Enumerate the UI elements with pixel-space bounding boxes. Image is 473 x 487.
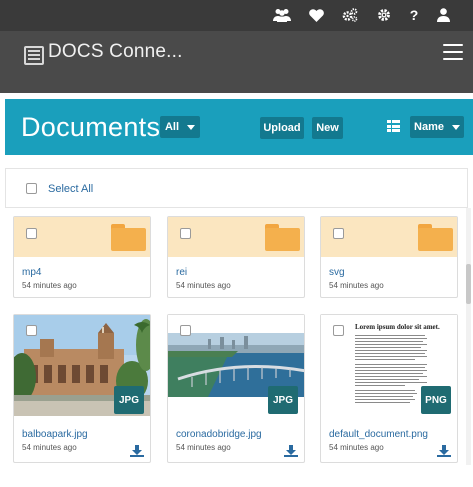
folder-card[interactable]: svg 54 minutes ago xyxy=(320,216,458,298)
cogs-icon[interactable] xyxy=(341,6,359,24)
upload-button[interactable]: Upload xyxy=(260,117,304,139)
select-all-link[interactable]: Select All xyxy=(48,183,93,195)
scrollbar-thumb[interactable] xyxy=(466,264,471,304)
select-all-checkbox[interactable] xyxy=(26,183,37,194)
top-utility-bar: ? xyxy=(0,0,473,31)
page-title: Documents xyxy=(21,112,161,142)
gear-icon[interactable] xyxy=(375,6,393,24)
sort-dropdown[interactable]: Name xyxy=(410,116,464,138)
file-card[interactable]: Lorem ipsum dolor sit amet. PNG default_… xyxy=(320,314,458,463)
help-icon[interactable]: ? xyxy=(405,6,423,24)
folder-header xyxy=(14,217,150,257)
item-checkbox[interactable] xyxy=(333,325,344,336)
brand-title: DOCS Conne... xyxy=(48,41,183,62)
users-icon[interactable] xyxy=(273,6,291,24)
item-checkbox[interactable] xyxy=(180,228,191,239)
folder-header xyxy=(168,217,304,257)
docs-logo-icon xyxy=(24,46,44,65)
file-thumbnail: JPG xyxy=(14,315,150,416)
file-thumbnail: Lorem ipsum dolor sit amet. PNG xyxy=(321,315,457,416)
brand-bar: DOCS Conne... xyxy=(0,31,473,93)
item-checkbox[interactable] xyxy=(26,228,37,239)
hamburger-menu-icon[interactable] xyxy=(443,44,463,60)
folder-name[interactable]: svg xyxy=(329,267,345,278)
file-type-badge: JPG xyxy=(114,386,144,414)
folder-name[interactable]: rei xyxy=(176,267,187,278)
file-type-badge: PNG xyxy=(421,386,451,414)
item-checkbox[interactable] xyxy=(180,325,191,336)
file-name[interactable]: default_document.png xyxy=(329,429,428,440)
new-button[interactable]: New xyxy=(312,117,343,139)
folder-timestamp: 54 minutes ago xyxy=(176,281,231,290)
folder-icon xyxy=(111,224,146,251)
file-type-badge: JPG xyxy=(268,386,298,414)
folder-name[interactable]: mp4 xyxy=(22,267,41,278)
documents-header: Documents All Upload New Name xyxy=(5,99,473,155)
user-icon[interactable] xyxy=(434,6,452,24)
heart-icon[interactable] xyxy=(307,6,325,24)
scrollbar-track[interactable] xyxy=(466,208,471,465)
folder-card[interactable]: mp4 54 minutes ago xyxy=(13,216,151,298)
file-thumbnail: JPG xyxy=(168,315,304,416)
download-icon[interactable] xyxy=(437,444,451,457)
list-view-icon[interactable] xyxy=(387,120,400,132)
download-icon[interactable] xyxy=(130,444,144,457)
item-checkbox[interactable] xyxy=(333,228,344,239)
folder-icon xyxy=(418,224,453,251)
chevron-down-icon xyxy=(187,124,196,130)
file-timestamp: 54 minutes ago xyxy=(176,443,231,452)
filter-dropdown[interactable]: All xyxy=(160,116,200,138)
sort-label: Name xyxy=(414,121,444,133)
file-name[interactable]: coronadobridge.jpg xyxy=(176,429,262,440)
item-checkbox[interactable] xyxy=(26,325,37,336)
folder-card[interactable]: rei 54 minutes ago xyxy=(167,216,305,298)
file-timestamp: 54 minutes ago xyxy=(22,443,77,452)
file-card[interactable]: JPG coronadobridge.jpg 54 minutes ago xyxy=(167,314,305,463)
select-all-row: Select All xyxy=(5,168,468,208)
folder-timestamp: 54 minutes ago xyxy=(329,281,384,290)
folder-header xyxy=(321,217,457,257)
download-icon[interactable] xyxy=(284,444,298,457)
filter-label: All xyxy=(164,121,180,133)
file-timestamp: 54 minutes ago xyxy=(329,443,384,452)
file-name[interactable]: balboapark.jpg xyxy=(22,429,88,440)
chevron-down-icon xyxy=(451,124,460,130)
folder-icon xyxy=(265,224,300,251)
file-card[interactable]: JPG balboapark.jpg 54 minutes ago xyxy=(13,314,151,463)
folder-timestamp: 54 minutes ago xyxy=(22,281,77,290)
